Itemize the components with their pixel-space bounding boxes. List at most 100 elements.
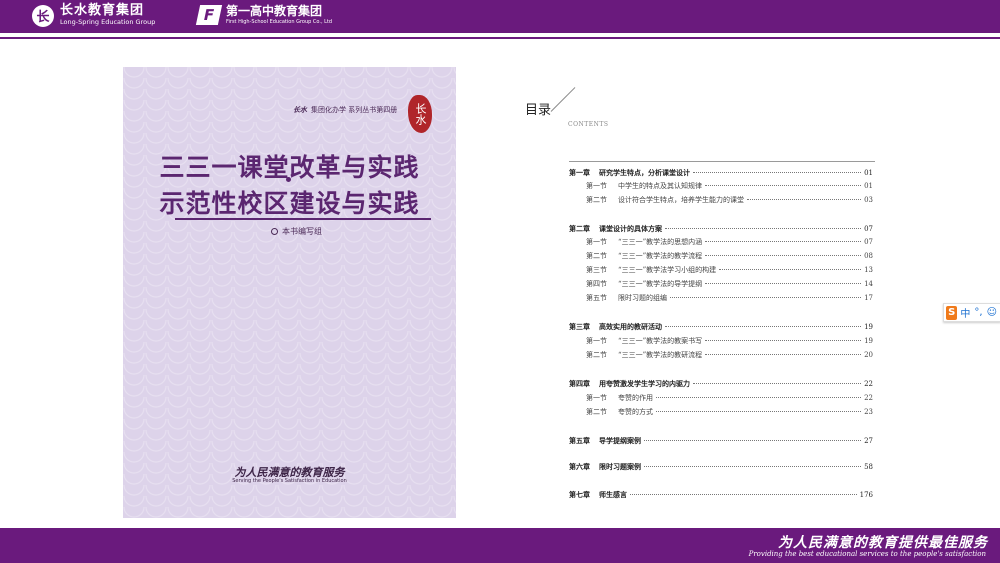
first-high-school-name-en: First High-School Education Group Co., L…: [226, 19, 333, 25]
toc-title: 目录: [525, 103, 552, 118]
toc-entry: 第二节 “三三一”教学法的教研流程 20: [586, 350, 873, 361]
cover-series-brand: 长水: [293, 105, 307, 114]
cover-title-rule: [175, 218, 431, 220]
ime-emoji-icon[interactable]: ☺: [987, 307, 997, 318]
toc-entry-page: 03: [864, 196, 873, 204]
toc-entry-title: “三三一”教学法的思想内涵: [618, 238, 703, 246]
toc-entry: 第二章 课堂设计的具体方案 07: [569, 224, 873, 235]
toc-entry-number: 第二节: [586, 351, 607, 359]
toc-entry-number: 第四章: [569, 380, 590, 388]
long-spring-name-cn: 长水教育集团: [60, 3, 145, 18]
header-divider: [0, 37, 1000, 39]
toc-dot-leader: [705, 340, 862, 341]
long-spring-emblem-icon: 长: [32, 4, 54, 27]
toc-entry-title: 高效实用的教研活动: [599, 323, 662, 331]
toc-entry: 第四节 “三三一”教学法的导学提纲 14: [586, 279, 873, 290]
footer-bar: 为人民满意的教育提供最佳服务 Providing the best educat…: [0, 528, 1000, 563]
toc-entry-number: 第五章: [569, 437, 590, 445]
toc-entry-title: 设计符合学生特点，培养学生能力的课堂: [618, 196, 744, 204]
toc-dot-leader: [644, 466, 862, 467]
toc-entry-page: 01: [864, 182, 873, 190]
circle-icon: [271, 228, 278, 235]
first-high-school-name-cn: 第一高中教育集团: [226, 4, 323, 18]
toc-entry: 第五节 限时习题的组编 17: [586, 293, 873, 304]
toc-entry-title: 夸赞的方式: [618, 408, 653, 416]
toc-entry-number: 第一节: [586, 238, 607, 246]
toc-entry: 第一节 “三三一”教学法的教案书写 19: [586, 336, 873, 347]
toc-entry: 第一节 中学生的特点及其认知规律 01: [586, 181, 873, 192]
toc-entry-page: 07: [864, 225, 873, 233]
toc-entry-title: 限时习题案例: [599, 463, 641, 471]
cover-series-text: 集团化办学 系列丛书第四册: [311, 106, 398, 114]
toc-entry-number: 第二节: [586, 408, 607, 416]
toc-dot-leader: [656, 397, 862, 398]
toc-entry-title: “三三一”教学法的教研流程: [618, 351, 703, 359]
toc-entry: 第二节 夸赞的方式 23: [586, 407, 873, 418]
toc-entry-page: 07: [864, 238, 873, 246]
toc-entry-title: 师生感言: [599, 491, 627, 499]
cover-slogan-en: Serving the People's Satisfaction in Edu…: [232, 478, 347, 484]
toc-dot-leader: [644, 440, 862, 441]
toc-entry-number: 第一节: [586, 394, 607, 402]
first-high-school-logo: F 第一高中教育集团 First High-School Education G…: [195, 4, 333, 26]
cover-title-dot: [286, 177, 291, 182]
toc-entry-number: 第二节: [586, 252, 607, 260]
toc-dot-leader: [705, 283, 862, 284]
toc-entry-page: 19: [864, 337, 873, 345]
toc-entry-number: 第一节: [586, 337, 607, 345]
toc-dot-leader: [630, 494, 857, 495]
footer-slogan-cn: 为人民满意的教育提供最佳服务: [778, 535, 988, 551]
toc-entry-title: “三三一”教学法的教案书写: [618, 337, 703, 345]
toc-entry-number: 第五节: [586, 294, 607, 302]
toc-entry-number: 第一节: [586, 182, 607, 190]
toc-entry-page: 20: [864, 351, 873, 359]
toc-entry-title: “三三一”教学法的教学流程: [618, 252, 703, 260]
footer-slogan-en: Providing the best educational services …: [748, 550, 986, 558]
book-cover: 长水 集团化办学 系列丛书第四册 长水 三三一课堂改革与实践 示范性校区建设与实践…: [123, 67, 456, 518]
toc-entry: 第三章 高效实用的教研活动 19: [569, 322, 873, 333]
toc-dot-leader: [693, 383, 862, 384]
toc-entry-title: 限时习题的组编: [618, 294, 667, 302]
toc-dot-leader: [656, 411, 862, 412]
toc-entry-page: 08: [864, 252, 873, 260]
toc-entry-number: 第二节: [586, 196, 607, 204]
toc-entry-title: 研究学生特点，分析课堂设计: [599, 169, 690, 177]
cover-editor-text: 本书编写组: [282, 227, 322, 236]
toc-entry-title: 夸赞的作用: [618, 394, 653, 402]
toc-entry-number: 第三节: [586, 266, 607, 274]
toc-entry-page: 01: [864, 169, 873, 177]
toc-entry-number: 第三章: [569, 323, 590, 331]
toc-dot-leader: [705, 255, 862, 256]
toc-entry-page: 13: [864, 266, 873, 274]
toc-dot-leader: [705, 185, 862, 186]
toc-dot-leader: [705, 354, 862, 355]
cover-seal-stamp: 长水: [408, 95, 432, 133]
toc-rule: [569, 161, 875, 162]
long-spring-logo: 长 长水教育集团 Long-Spring Education Group: [32, 4, 155, 27]
toc-entry-number: 第六章: [569, 463, 590, 471]
long-spring-name-en: Long-Spring Education Group: [60, 18, 156, 26]
toc-entry-title: “三三一”教学法的导学提纲: [618, 280, 703, 288]
ime-punctuation-toggle[interactable]: °,: [974, 307, 982, 318]
toc-entry: 第七章 师生感言 176: [569, 490, 873, 501]
toc-subtitle: CONTENTS: [568, 121, 609, 128]
toc-entry-page: 27: [864, 437, 873, 445]
toc-entry-title: 导学提纲案例: [599, 437, 641, 445]
toc-entry: 第一节 夸赞的作用 22: [586, 393, 873, 404]
ime-toolbar[interactable]: S 中 °, ☺: [943, 303, 1000, 322]
toc-dot-leader: [719, 269, 862, 270]
toc-entry: 第一章 研究学生特点，分析课堂设计 01: [569, 168, 873, 179]
toc-dot-leader: [665, 228, 862, 229]
toc-entry: 第一节 “三三一”教学法的思想内涵 07: [586, 237, 873, 248]
toc-entry-page: 22: [864, 380, 873, 388]
sogou-logo-icon[interactable]: S: [946, 305, 958, 320]
toc-dot-leader: [693, 172, 862, 173]
toc-entry: 第二节 “三三一”教学法的教学流程 08: [586, 251, 873, 262]
toc-entry: 第四章 用夸赞激发学生学习的内驱力 22: [569, 379, 873, 390]
toc-entry: 第五章 导学提纲案例 27: [569, 436, 873, 447]
toc-entry-title: 用夸赞激发学生学习的内驱力: [599, 380, 690, 388]
toc-dot-leader: [670, 297, 862, 298]
ime-language-toggle[interactable]: 中: [960, 305, 970, 320]
toc-entry-number: 第一章: [569, 169, 590, 177]
toc-entry-number: 第七章: [569, 491, 590, 499]
